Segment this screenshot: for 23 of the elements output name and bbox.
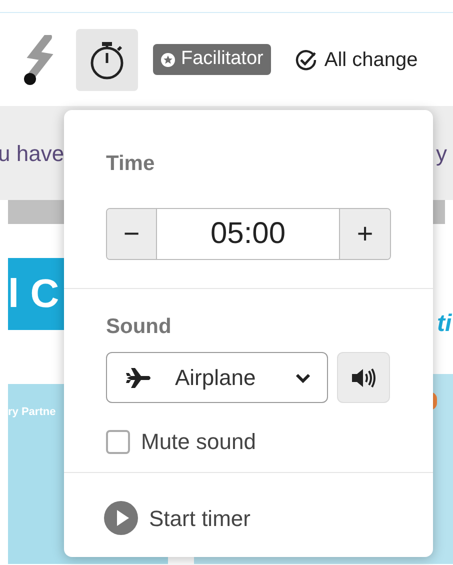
- section-label: Sound: [106, 314, 172, 340]
- save-status: All change: [324, 48, 418, 72]
- card-title: ry Partne: [8, 405, 56, 420]
- heading-text: ti: [437, 309, 452, 339]
- notice-text: y: [436, 140, 447, 168]
- star-icon: [161, 52, 175, 66]
- check-circle-icon: [294, 48, 318, 72]
- sound-dropdown[interactable]: Airplane: [106, 352, 328, 403]
- stopwatch-button[interactable]: [76, 28, 138, 90]
- airplane-icon: [125, 366, 153, 390]
- section-label: Time: [106, 151, 156, 177]
- speaker-icon: [350, 366, 378, 388]
- mute-checkbox[interactable]: [106, 430, 130, 454]
- preview-sound-button[interactable]: [337, 352, 390, 403]
- start-timer-button[interactable]: Start timer: [104, 501, 250, 535]
- increment-button[interactable]: +: [339, 208, 390, 258]
- facilitator-badge: Facilitator: [153, 44, 272, 75]
- decrement-button[interactable]: −: [107, 208, 157, 258]
- play-icon: [104, 501, 138, 535]
- chevron-down-icon: [295, 372, 311, 382]
- banner: l C: [8, 258, 66, 330]
- time-stepper[interactable]: − 05:00 +: [106, 208, 391, 260]
- mute-label: Mute sound: [141, 428, 256, 456]
